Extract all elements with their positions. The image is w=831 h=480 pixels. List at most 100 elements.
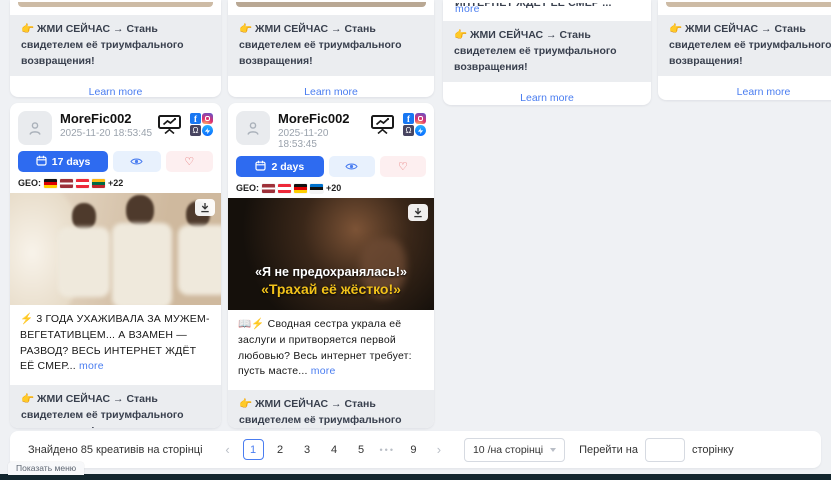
- creative-text-content: ⚡ 3 ГОДА УХАЖИВАЛА ЗА МУЖЕМ-ВЕГЕТАТИВЦЕМ…: [20, 313, 210, 372]
- cta-text: 👉 ЖМИ СЕЙЧАС → Стань свидетелем её триум…: [658, 15, 831, 76]
- card-header: MoreFic002 2025-11-20 18:53:45 f Ω: [10, 103, 221, 147]
- more-link[interactable]: more: [311, 365, 336, 377]
- next-page-button[interactable]: ›: [430, 439, 448, 461]
- goto-prefix: Перейти на: [579, 444, 638, 456]
- cta-text: 👉 ЖМИ СЕЙЧАС → Стань свидетелем её триум…: [443, 21, 651, 82]
- platform-icons: f Ω: [190, 113, 213, 136]
- column-3: ИНТЕРНЕТ ЖДЁТ ЕЁ СМЕР ... more 👉 ЖМИ СЕЙ…: [443, 0, 651, 105]
- instagram-icon: [202, 113, 213, 124]
- download-image-button[interactable]: [408, 204, 428, 221]
- creative-image-sliver: [18, 2, 213, 7]
- header-icons: f Ω: [370, 111, 426, 150]
- geo-flags: [44, 179, 105, 188]
- account-info: MoreFic002 2025-11-20 18:53:45: [270, 111, 370, 150]
- creative-image-shape: [72, 203, 96, 230]
- header-icons: f Ω: [157, 111, 213, 145]
- more-link[interactable]: more: [79, 360, 104, 372]
- audience-network-icon: Ω: [190, 125, 201, 136]
- messenger-icon: [415, 125, 426, 136]
- page-button-last[interactable]: 9: [403, 439, 424, 460]
- card-header: MoreFic002 2025-11-20 18:53:45 f Ω: [228, 103, 434, 152]
- geo-more-count[interactable]: +22: [108, 178, 123, 188]
- learn-more-link[interactable]: Learn more: [228, 86, 434, 97]
- column-1: 👉 ЖМИ СЕЙЧАС → Стань свидетелем её триум…: [10, 0, 221, 97]
- learn-more-link[interactable]: Learn more: [443, 92, 651, 104]
- flag-ee-icon: [310, 184, 323, 193]
- creative-text: ⚡ 3 ГОДА УХАЖИВАЛА ЗА МУЖЕМ-ВЕГЕТАТИВЦЕМ…: [10, 305, 221, 381]
- flag-lv-icon: [262, 184, 275, 193]
- facebook-icon: f: [190, 113, 201, 124]
- results-count: Знайдено 85 креативів на сторінці: [28, 444, 203, 456]
- flag-de-icon: [44, 179, 57, 188]
- card-actions: 17 days ♡: [10, 147, 221, 172]
- creative-image-overlay-text: «Я не предохранялась!» «Трахай её жёстко…: [228, 264, 434, 298]
- creative-datetime: 2025-11-20 18:53:45: [60, 128, 157, 139]
- flag-lt-icon: [92, 179, 105, 188]
- geo-more-count[interactable]: +20: [326, 183, 341, 193]
- days-label: 2 days: [271, 161, 304, 173]
- geo-label: GEO:: [236, 183, 259, 193]
- card-actions: 2 days ♡: [228, 152, 434, 177]
- cta-text: 👉 ЖМИ СЕЙЧАС → Стань свидетелем её триум…: [10, 15, 221, 76]
- page-button-4[interactable]: 4: [324, 439, 345, 460]
- prev-page-button[interactable]: ‹: [219, 439, 237, 461]
- cta-text: 👉 ЖМИ СЕЙЧАС → Стань свидетелем её триум…: [228, 15, 434, 76]
- overlay-line-2: «Трахай её жёстко!»: [228, 280, 434, 298]
- flag-at-icon: [278, 184, 291, 193]
- column-2: 👉 ЖМИ СЕЙЧАС → Стань свидетелем её триум…: [228, 0, 434, 97]
- page-button-2[interactable]: 2: [270, 439, 291, 460]
- goto-page-input[interactable]: [645, 438, 685, 462]
- messenger-icon: [202, 125, 213, 136]
- creative-image-sliver: [666, 2, 831, 7]
- per-page-value: 10 /на сторінці: [473, 444, 543, 456]
- goto-page: Перейти на сторінку: [579, 438, 733, 462]
- days-active-button[interactable]: 17 days: [18, 151, 108, 172]
- eye-icon: [345, 159, 358, 174]
- days-active-button[interactable]: 2 days: [236, 156, 324, 177]
- account-name: MoreFic002: [60, 111, 157, 126]
- page-button-3[interactable]: 3: [297, 439, 318, 460]
- avatar: [18, 111, 52, 145]
- creative-card-partial: 👉 ЖМИ СЕЙЧАС → Стань свидетелем её триум…: [10, 0, 221, 97]
- facebook-icon: f: [403, 113, 414, 124]
- creative-image-shape: [178, 225, 221, 295]
- flag-at-icon: [76, 179, 89, 188]
- views-button[interactable]: [329, 156, 375, 177]
- audience-network-icon: Ω: [403, 125, 414, 136]
- presentation-chart-icon[interactable]: [370, 113, 395, 139]
- creative-card-partial: ИНТЕРНЕТ ЖДЁТ ЕЁ СМЕР ... more 👉 ЖМИ СЕЙ…: [443, 0, 651, 105]
- views-button[interactable]: [113, 151, 160, 172]
- cta-text: 👉 ЖМИ СЕЙЧАС → Стань свидетелем её триум…: [228, 390, 434, 428]
- page-button-5[interactable]: 5: [351, 439, 372, 460]
- chevron-down-icon: [550, 448, 556, 452]
- geo-label: GEO:: [18, 178, 41, 188]
- favorite-button[interactable]: ♡: [380, 156, 426, 177]
- creative-image-shape: [126, 195, 154, 226]
- favorite-button[interactable]: ♡: [166, 151, 213, 172]
- page-button-1[interactable]: 1: [243, 439, 264, 460]
- creative-image: [10, 193, 221, 305]
- per-page-select[interactable]: 10 /на сторінці: [464, 438, 565, 462]
- learn-more-link[interactable]: Learn more: [658, 86, 831, 98]
- creative-card: MoreFic002 2025-11-20 18:53:45 f Ω 2: [228, 103, 434, 428]
- pagination-bar: Знайдено 85 креативів на сторінці ‹ 1 2 …: [10, 431, 821, 468]
- avatar: [236, 111, 270, 145]
- pagination-ellipsis[interactable]: •••: [378, 445, 397, 455]
- column-4: 👉 ЖМИ СЕЙЧАС → Стань свидетелем её триум…: [658, 0, 831, 100]
- creative-card-partial: 👉 ЖМИ СЕЙЧАС → Стань свидетелем её триум…: [228, 0, 434, 97]
- creative-image: «Я не предохранялась!» «Трахай её жёстко…: [228, 198, 434, 310]
- geo-flags: [262, 184, 323, 193]
- presentation-chart-icon[interactable]: [157, 113, 182, 139]
- account-info: MoreFic002 2025-11-20 18:53:45: [52, 111, 157, 145]
- days-label: 17 days: [52, 156, 91, 168]
- goto-suffix: сторінку: [692, 444, 734, 456]
- geo-row: GEO: +22: [10, 172, 221, 193]
- download-image-button[interactable]: [195, 199, 215, 216]
- clipped-creative-text: ИНТЕРНЕТ ЖДЁТ ЕЁ СМЕР ... more: [443, 3, 651, 13]
- show-menu-button[interactable]: Показать меню: [8, 462, 84, 475]
- heart-icon: ♡: [184, 155, 194, 168]
- heart-icon: ♡: [398, 160, 408, 173]
- learn-more-link[interactable]: Learn more: [10, 86, 221, 97]
- creative-text: 📖⚡ Сводная сестра украла её заслуги и пр…: [228, 310, 434, 386]
- flag-de-icon: [294, 184, 307, 193]
